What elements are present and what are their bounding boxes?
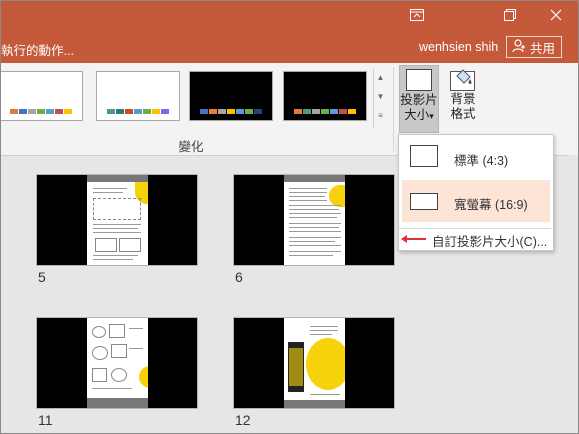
color-swatch (152, 109, 160, 114)
color-swatch (303, 109, 311, 114)
color-swatch (294, 109, 302, 114)
slide-size-icon (406, 69, 432, 91)
scroll-down-button[interactable]: ▼ (374, 87, 387, 106)
color-swatch (236, 109, 244, 114)
menu-item-label: 自訂投影片大小(C)... (432, 235, 548, 249)
color-swatch (10, 109, 18, 114)
slide-size-label-line1: 投影片 (400, 93, 438, 107)
menu-item-widescreen-16-9[interactable]: 寬螢幕 (16:9) (402, 180, 550, 222)
color-swatch (254, 109, 262, 114)
color-swatch (28, 109, 36, 114)
share-label: 共用 (530, 41, 556, 56)
menu-item-label: 標準 (4:3) (454, 154, 509, 168)
ribbon-display-icon (410, 8, 424, 26)
slide-number: 12 (235, 412, 251, 428)
color-swatch (348, 109, 356, 114)
color-swatch (227, 109, 235, 114)
red-arrow-icon (401, 235, 426, 243)
ribbon-display-options-button[interactable] (396, 3, 438, 31)
color-bars (294, 109, 356, 114)
slide-page-content (87, 175, 148, 265)
color-bars (200, 109, 262, 114)
variant-thumbnail-4[interactable] (283, 71, 367, 121)
color-bars (107, 109, 169, 114)
restore-icon (504, 8, 516, 26)
slide-size-button[interactable]: 投影片 大小▾ (399, 65, 439, 133)
color-bars (10, 109, 72, 114)
gallery-scrollbar: ▲ ▼ ≡ (373, 68, 387, 128)
color-swatch (312, 109, 320, 114)
person-add-icon (512, 38, 526, 56)
close-button[interactable] (535, 3, 577, 31)
aspect-16-9-icon (410, 193, 438, 210)
variant-thumbnail-3[interactable] (189, 71, 273, 121)
tell-me-search[interactable]: 執行的動作... (1, 40, 74, 59)
close-icon (550, 8, 562, 26)
variant-thumbnail-2[interactable] (96, 71, 180, 121)
slide-number: 6 (235, 269, 243, 285)
color-swatch (134, 109, 142, 114)
share-button[interactable]: 共用 (506, 36, 562, 58)
color-swatch (161, 109, 169, 114)
color-swatch (339, 109, 347, 114)
slide-thumbnail-11[interactable] (36, 317, 198, 409)
chevron-down-icon: ▾ (429, 111, 434, 121)
app-window: 執行的動作... wenhsien shih 共用 ▲ ▼ ≡ 變化 投影片 大… (0, 0, 579, 434)
color-swatch (125, 109, 133, 114)
color-swatch (200, 109, 208, 114)
paint-bucket-icon (449, 68, 477, 91)
color-swatch (116, 109, 124, 114)
vertical-scrollbar[interactable] (567, 155, 578, 433)
slide-thumbnail-5[interactable] (36, 174, 198, 266)
group-divider (393, 67, 394, 151)
color-swatch (107, 109, 115, 114)
slide-number: 5 (38, 269, 46, 285)
color-swatch (218, 109, 226, 114)
menu-item-standard-4-3[interactable]: 標準 (4:3) (402, 136, 550, 178)
color-swatch (37, 109, 45, 114)
slide-page-content (87, 318, 148, 408)
aspect-4-3-icon (410, 145, 438, 167)
user-name[interactable]: wenhsien shih (419, 40, 498, 54)
color-swatch (209, 109, 217, 114)
title-bar: 執行的動作... wenhsien shih 共用 (1, 1, 578, 63)
slide-thumbnail-6[interactable] (233, 174, 395, 266)
slide-size-label-line2: 大小 (404, 108, 430, 122)
variant-thumbnail-1[interactable] (1, 71, 83, 121)
slide-page-content (284, 318, 345, 408)
slide-page-content (284, 175, 345, 265)
scroll-up-button[interactable]: ▲ (374, 68, 387, 87)
color-swatch (55, 109, 63, 114)
color-swatch (46, 109, 54, 114)
color-swatch (143, 109, 151, 114)
color-swatch (64, 109, 72, 114)
color-swatch (321, 109, 329, 114)
menu-item-label: 寬螢幕 (16:9) (454, 198, 528, 212)
menu-item-custom-slide-size[interactable]: 自訂投影片大小(C)... (399, 228, 551, 249)
format-background-label-line1: 背景 (450, 92, 476, 106)
gallery-more-button[interactable]: ≡ (374, 106, 387, 125)
color-swatch (330, 109, 338, 114)
color-swatch (19, 109, 27, 114)
group-label-variants: 變化 (178, 140, 204, 154)
format-background-label-line2: 格式 (450, 107, 476, 121)
slide-number: 11 (38, 412, 53, 428)
slide-size-menu: 標準 (4:3) 寬螢幕 (16:9) 自訂投影片大小(C)... (398, 134, 554, 251)
color-swatch (245, 109, 253, 114)
format-background-button[interactable]: 背景 格式 (443, 65, 483, 133)
restore-button[interactable] (489, 3, 531, 31)
slide-thumbnail-12[interactable] (233, 317, 395, 409)
